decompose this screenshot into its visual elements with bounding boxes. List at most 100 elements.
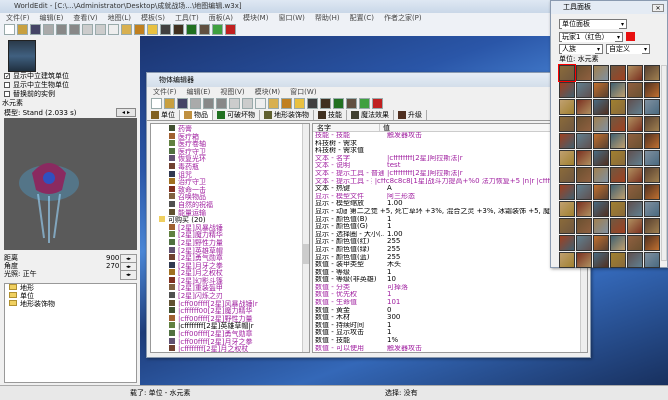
toolbar-button-icon[interactable]	[69, 24, 80, 35]
tab-1[interactable]: 物品	[180, 110, 213, 120]
oe-menu-item[interactable]: 窗口(W)	[290, 87, 316, 97]
tree-item[interactable]: [2星]闪烁之刃	[159, 292, 309, 300]
race-select[interactable]: 人族 ▾	[559, 44, 603, 54]
unit-icon[interactable]	[627, 133, 643, 149]
toolbar-button-icon[interactable]	[17, 24, 28, 35]
unit-icon[interactable]	[593, 99, 609, 115]
chevron-down-icon[interactable]: ▾	[595, 45, 602, 54]
field-stepper[interactable]: ◂▸	[120, 270, 137, 280]
checkbox[interactable]	[4, 91, 10, 97]
unit-icon[interactable]	[610, 184, 626, 200]
menu-item[interactable]: 模板(S)	[141, 13, 165, 23]
tab-6[interactable]: 升级	[394, 110, 427, 120]
table-row[interactable]: 显示 - 选择圈 - 大小(... 1.00	[315, 231, 587, 239]
oe-menu-item[interactable]: 视图(V)	[220, 87, 244, 97]
table-row[interactable]: 数值 - 可以使用 触发器攻击	[315, 345, 587, 352]
unit-icon[interactable]	[593, 201, 609, 217]
toolbar-button-icon[interactable]	[30, 24, 41, 35]
toolbar-button-icon[interactable]	[359, 98, 370, 109]
tree-item[interactable]: 医疗卷轴	[159, 140, 309, 148]
menu-item[interactable]: 文件(F)	[6, 13, 30, 23]
column-header-name[interactable]: 名字	[313, 124, 380, 132]
unit-icon[interactable]	[593, 150, 609, 166]
toolbar-button-icon[interactable]	[294, 98, 305, 109]
toolbar-button-icon[interactable]	[268, 98, 279, 109]
table-row[interactable]: 数值 - 死亡时掉落FALSE	[315, 352, 587, 353]
table-row[interactable]: 文本 - 热键 A	[315, 185, 587, 193]
model-preview-3d[interactable]	[4, 118, 137, 250]
unit-icon[interactable]	[610, 99, 626, 115]
unit-icon[interactable]	[593, 65, 609, 81]
toolbar-button-icon[interactable]	[229, 98, 240, 109]
tree-item[interactable]: [2星]重装盔甲	[159, 284, 309, 292]
unit-icon[interactable]	[644, 82, 660, 98]
unit-icon[interactable]	[593, 252, 609, 268]
tree-item[interactable]: 医疗守卫	[159, 147, 309, 155]
unit-icon[interactable]	[610, 167, 626, 183]
table-row[interactable]: 数值 - 等级(非英雄) 10	[315, 276, 587, 284]
unit-icon[interactable]	[627, 82, 643, 98]
unit-icon[interactable]	[576, 252, 592, 268]
toolbar-button-icon[interactable]	[372, 98, 383, 109]
object-fields-table[interactable]: 名字 值 技能 - 技能 触发器攻击 科技树 - 需求 科技树 - 需求值 文本 - 名…	[312, 123, 588, 353]
table-row[interactable]: 显示 - 颜色值(绿) 255	[315, 246, 587, 254]
menu-item[interactable]: 工具(T)	[175, 13, 199, 23]
unit-icon[interactable]	[576, 218, 592, 234]
column-header-value[interactable]: 值	[380, 124, 390, 132]
tree-folder[interactable]: 单位	[5, 292, 136, 300]
unit-icon[interactable]	[576, 99, 592, 115]
table-row[interactable]: 显示 - 动画名第二之觉 +5, 死亡草环 +3%, 混合之灵 +3%, 冰霜装…	[315, 208, 587, 216]
unit-icon[interactable]	[644, 99, 660, 115]
table-row[interactable]: 文本 - 名字 |cffffffff[2星]阿拉斯法|r	[315, 155, 587, 163]
tree-item[interactable]: 诅咒	[159, 170, 309, 178]
toolbar-button-icon[interactable]	[199, 24, 210, 35]
unit-icon[interactable]	[593, 218, 609, 234]
tree-item[interactable]: |cffffffff[2星]月之权杖	[159, 345, 309, 352]
tree-item[interactable]: [2星]魔力精华	[159, 231, 309, 239]
table-row[interactable]: 数值 - 木材 300	[315, 314, 587, 322]
unit-icon[interactable]	[610, 133, 626, 149]
table-row[interactable]: 数值 - 等级 1	[315, 269, 587, 277]
toolbar-button-icon[interactable]	[134, 24, 145, 35]
toolbar-button-icon[interactable]	[56, 24, 67, 35]
unit-icon[interactable]	[610, 218, 626, 234]
chevron-down-icon[interactable]: ▾	[615, 33, 622, 42]
unit-icon[interactable]	[593, 82, 609, 98]
unit-icon[interactable]	[576, 133, 592, 149]
unit-icon[interactable]	[593, 116, 609, 132]
unit-icon[interactable]	[558, 64, 576, 82]
tree-item[interactable]: |cffffff00[2星]魔力精华	[159, 307, 309, 315]
unit-icon[interactable]	[627, 218, 643, 234]
minimap[interactable]	[8, 40, 36, 72]
tab-5[interactable]: 魔法效果	[347, 110, 394, 120]
menu-item[interactable]: 面板(A)	[209, 13, 233, 23]
table-row[interactable]: 科技树 - 需求值	[315, 147, 587, 155]
toolbar-button-icon[interactable]	[173, 24, 184, 35]
menu-item[interactable]: 地图(L)	[108, 13, 131, 23]
player-color-swatch[interactable]	[626, 32, 635, 41]
unit-icon[interactable]	[559, 201, 575, 217]
unit-icon[interactable]	[644, 184, 660, 200]
unit-icon[interactable]	[593, 235, 609, 251]
unit-icon[interactable]	[576, 201, 592, 217]
unit-icon[interactable]	[610, 252, 626, 268]
toolbar-button-icon[interactable]	[108, 24, 119, 35]
toolbar-button-icon[interactable]	[82, 24, 93, 35]
table-row[interactable]: 文本 - 说明 test	[315, 162, 587, 170]
unit-icon[interactable]	[644, 201, 660, 217]
tree-item[interactable]: 医疗箱	[159, 132, 309, 140]
unit-icon[interactable]	[559, 133, 575, 149]
table-row[interactable]: 技能 - 技能 触发器攻击	[315, 132, 587, 140]
tree-item[interactable]: [2星]月牙之拳	[159, 261, 309, 269]
unit-icon[interactable]	[593, 133, 609, 149]
unit-icon[interactable]	[644, 252, 660, 268]
chevron-down-icon[interactable]: ▾	[642, 45, 649, 54]
unit-icon[interactable]	[559, 218, 575, 234]
unit-icon[interactable]	[576, 184, 592, 200]
unit-icon[interactable]	[627, 99, 643, 115]
toolbar-button-icon[interactable]	[4, 24, 15, 35]
table-row[interactable]: 科技树 - 需求	[315, 140, 587, 148]
unit-icon[interactable]	[576, 167, 592, 183]
table-row[interactable]: 数值 - 装甲类型 木头	[315, 261, 587, 269]
unit-icon[interactable]	[627, 235, 643, 251]
